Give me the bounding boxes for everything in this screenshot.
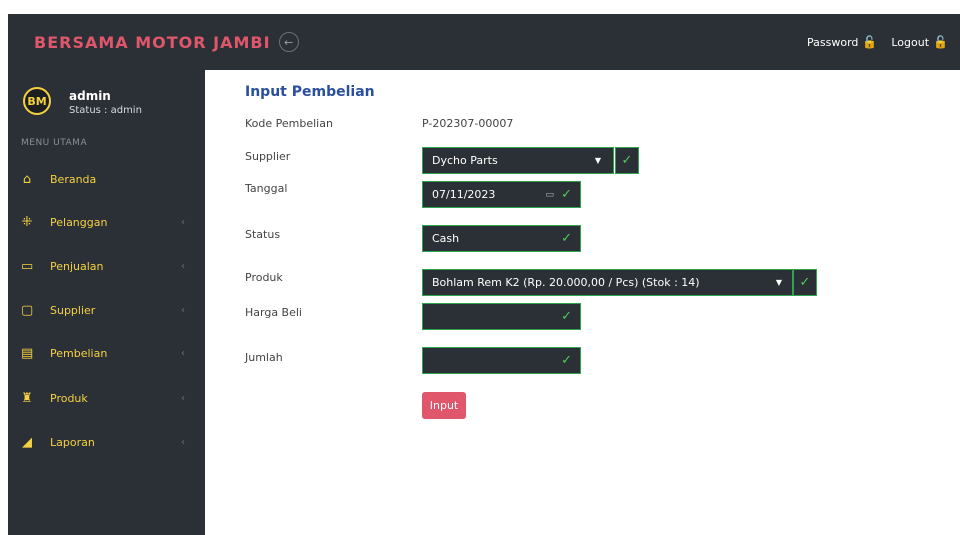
chevron-left-icon: ‹ xyxy=(181,436,185,448)
supplier-select-value: Dycho Parts xyxy=(432,154,498,167)
valid-check-icon: ✓ xyxy=(561,309,572,324)
chevron-down-icon: ▼ xyxy=(775,278,782,287)
kode-label: Kode Pembelian xyxy=(245,117,333,130)
sidebar-item-produk[interactable]: ♜ Produk ‹ xyxy=(8,387,205,409)
chevron-down-icon: ▼ xyxy=(594,156,601,165)
logout-label: Logout xyxy=(891,35,930,49)
grid-icon: ⁜ xyxy=(21,214,33,230)
sidebar-item-label: Penjualan xyxy=(50,259,104,273)
top-navbar: BERSAMA MOTOR JAMBI ← Password 🔓 Logout … xyxy=(8,14,960,70)
valid-check-icon: ✓ xyxy=(561,353,572,368)
unlock-icon: 🔓 xyxy=(862,35,878,49)
harga-beli-input[interactable]: ✓ xyxy=(422,303,581,330)
sidebar-toggle-icon[interactable]: ← xyxy=(278,32,299,52)
sidebar-item-label: Supplier xyxy=(50,303,96,317)
supplier-label: Supplier xyxy=(245,150,291,163)
supplier-check-icon: ✓ xyxy=(615,147,639,174)
password-link[interactable]: Password 🔓 xyxy=(807,35,877,49)
clipboard-icon: ▤ xyxy=(21,345,34,361)
chevron-left-icon: ‹ xyxy=(181,347,185,359)
chevron-left-icon: ‹ xyxy=(181,216,185,228)
tanggal-label: Tanggal xyxy=(245,182,288,195)
chevron-left-icon: ‹ xyxy=(181,304,185,316)
produk-check-icon: ✓ xyxy=(793,269,817,296)
page-title: Input Pembelian xyxy=(245,84,375,100)
unlock-icon: 🔓 xyxy=(933,35,948,49)
sidebar-item-penjualan[interactable]: ▭ Penjualan ‹ xyxy=(8,255,205,277)
avatar: BM xyxy=(23,87,51,115)
chevron-left-icon: ‹ xyxy=(181,392,185,404)
valid-check-icon: ✓ xyxy=(561,187,572,202)
window-icon: ▭ xyxy=(21,258,34,274)
password-label: Password xyxy=(807,35,859,49)
chevron-left-icon: ‹ xyxy=(181,260,185,272)
sidebar-item-beranda[interactable]: ⌂ Beranda xyxy=(8,168,205,190)
sidebar: BM admin Status : admin MENU UTAMA ⌂ Ber… xyxy=(8,70,205,535)
top-links: Password 🔓 Logout 🔓 xyxy=(807,14,948,70)
status-label: Status xyxy=(245,228,281,241)
harga-beli-label: Harga Beli xyxy=(245,306,302,319)
valid-check-icon: ✓ xyxy=(561,231,572,246)
sidebar-item-label: Laporan xyxy=(50,435,95,449)
chart-icon: ◢ xyxy=(22,434,32,450)
kode-value: P-202307-00007 xyxy=(422,117,514,130)
calendar-icon[interactable]: ▭ xyxy=(545,190,554,200)
status-input[interactable]: Cash ✓ xyxy=(422,225,581,252)
produk-select[interactable]: Bohlam Rem K2 (Rp. 20.000,00 / Pcs) (Sto… xyxy=(422,269,793,296)
user-name: admin xyxy=(69,89,111,103)
menu-header: MENU UTAMA xyxy=(21,138,88,148)
user-status: Status : admin xyxy=(69,105,142,116)
produk-select-value: Bohlam Rem K2 (Rp. 20.000,00 / Pcs) (Sto… xyxy=(432,276,700,289)
monitor-icon: ▢ xyxy=(21,302,34,318)
jumlah-label: Jumlah xyxy=(245,351,283,364)
input-button[interactable]: Input xyxy=(422,392,466,419)
user-panel: BM admin Status : admin xyxy=(8,70,205,130)
main-content: Input Pembelian Kode Pembelian P-202307-… xyxy=(205,70,960,535)
tanggal-date-input[interactable]: 07/11/2023 ▭ ✓ xyxy=(422,181,581,208)
logout-link[interactable]: Logout 🔓 xyxy=(891,35,948,49)
sidebar-item-pelanggan[interactable]: ⁜ Pelanggan ‹ xyxy=(8,211,205,233)
sidebar-item-label: Pembelian xyxy=(50,346,108,360)
sidebar-item-laporan[interactable]: ◢ Laporan ‹ xyxy=(8,431,205,453)
status-value: Cash xyxy=(432,232,460,245)
sidebar-item-label: Beranda xyxy=(50,172,97,186)
home-icon: ⌂ xyxy=(22,171,32,187)
sidebar-item-label: Pelanggan xyxy=(50,215,108,229)
supplier-select[interactable]: Dycho Parts ▼ xyxy=(422,147,614,174)
award-icon: ♜ xyxy=(21,390,33,406)
produk-label: Produk xyxy=(245,271,283,284)
brand-title[interactable]: BERSAMA MOTOR JAMBI xyxy=(34,33,271,52)
sidebar-item-label: Produk xyxy=(50,391,88,405)
sidebar-item-pembelian[interactable]: ▤ Pembelian ‹ xyxy=(8,342,205,364)
sidebar-item-supplier[interactable]: ▢ Supplier ‹ xyxy=(8,299,205,321)
tanggal-value: 07/11/2023 xyxy=(432,188,496,201)
app-frame: BERSAMA MOTOR JAMBI ← Password 🔓 Logout … xyxy=(0,0,960,535)
jumlah-input[interactable]: ✓ xyxy=(422,347,581,374)
